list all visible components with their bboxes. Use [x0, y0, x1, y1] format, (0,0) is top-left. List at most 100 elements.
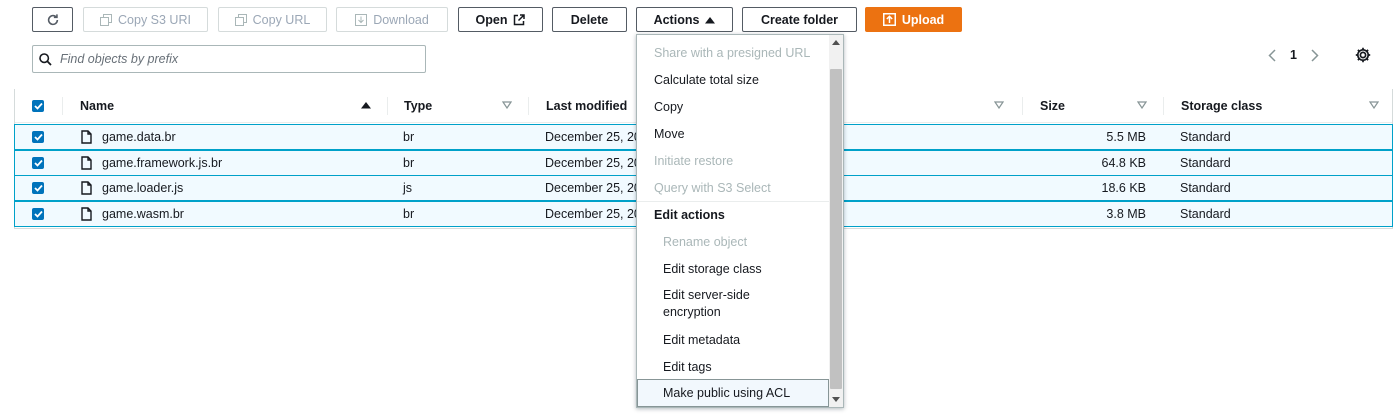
object-last-modified: December 25, 20 — [545, 181, 641, 195]
delete-label: Delete — [570, 12, 609, 27]
sort-caret-icon[interactable] — [1369, 101, 1379, 109]
column-header-last-modified[interactable]: Last modified — [546, 89, 627, 123]
object-storage-class: Standard — [1180, 207, 1231, 221]
file-icon — [81, 176, 92, 200]
copy-icon — [100, 13, 113, 26]
object-name-link[interactable]: game.framework.js.br — [102, 151, 222, 175]
menu-item-edit-server-side-encryption[interactable]: Edit server-side encryption — [637, 282, 830, 326]
menu-group-edit-actions: Edit actions — [637, 201, 830, 228]
copy-s3-uri-label: Copy S3 URI — [118, 12, 191, 27]
previous-page-button[interactable] — [1262, 45, 1282, 65]
chevron-right-icon — [1311, 48, 1319, 62]
sort-caret-icon[interactable] — [502, 101, 512, 109]
file-icon — [81, 202, 92, 226]
menu-item-edit-metadata[interactable]: Edit metadata — [637, 326, 830, 353]
upload-icon — [882, 13, 896, 26]
object-size: 18.6 KB — [1101, 181, 1146, 195]
object-type: br — [403, 207, 415, 221]
menu-item-rename-object[interactable]: Rename object — [637, 228, 830, 255]
external-link-icon — [514, 13, 526, 25]
object-name-link[interactable]: game.data.br — [102, 125, 176, 149]
create-folder-button[interactable]: Create folder — [742, 7, 857, 32]
download-icon — [355, 13, 368, 26]
row-checkbox[interactable] — [32, 125, 44, 149]
scroll-up-arrow-icon[interactable] — [832, 40, 840, 45]
download-label: Download — [373, 12, 429, 27]
checkbox-checked-icon — [32, 100, 44, 112]
menu-item-make-public-using-acl[interactable]: Make public using ACL — [637, 379, 829, 407]
menu-item-share-with-a-presigned-url[interactable]: Share with a presigned URL — [637, 39, 830, 66]
row-checkbox[interactable] — [32, 176, 44, 200]
menu-item-move[interactable]: Move — [637, 120, 830, 147]
column-header-type[interactable]: Type — [404, 89, 432, 123]
sort-caret-icon[interactable] — [1137, 101, 1147, 109]
menu-item-edit-tags[interactable]: Edit tags — [637, 353, 830, 380]
create-folder-label: Create folder — [760, 12, 839, 27]
menu-item-calculate-total-size[interactable]: Calculate total size — [637, 66, 830, 93]
delete-button[interactable]: Delete — [552, 7, 627, 32]
column-header-size[interactable]: Size — [1040, 89, 1065, 123]
column-divider — [1022, 97, 1023, 115]
menu-item-edit-storage-class[interactable]: Edit storage class — [637, 255, 830, 282]
refresh-icon — [47, 13, 58, 25]
select-all-checkbox[interactable] — [32, 89, 44, 123]
scroll-down-arrow-icon[interactable] — [832, 397, 840, 402]
open-label: Open — [475, 12, 508, 27]
copy-icon — [234, 13, 247, 26]
object-last-modified: December 25, 20 — [545, 207, 641, 221]
checkbox-checked-icon — [32, 182, 44, 194]
actions-dropdown-button[interactable]: Actions — [636, 7, 733, 32]
menu-scrollbar[interactable] — [829, 35, 843, 407]
object-name-link[interactable]: game.loader.js — [102, 176, 183, 200]
search-box[interactable] — [32, 45, 426, 73]
open-button[interactable]: Open — [458, 7, 543, 32]
file-icon — [81, 151, 92, 175]
copy-url-label: Copy URL — [252, 12, 311, 27]
gear-icon[interactable] — [1354, 46, 1372, 64]
object-type: br — [403, 156, 415, 170]
checkbox-checked-icon — [32, 208, 44, 220]
menu-item-initiate-restore[interactable]: Initiate restore — [637, 147, 830, 174]
menu-item-label-line1: Edit server-side — [663, 288, 750, 302]
object-storage-class: Standard — [1180, 181, 1231, 195]
refresh-button[interactable] — [32, 7, 73, 32]
file-icon — [81, 125, 92, 149]
column-header-storage-class[interactable]: Storage class — [1181, 89, 1262, 123]
chevron-left-icon — [1268, 48, 1276, 62]
sort-ascending-icon[interactable] — [361, 101, 371, 109]
object-name-link[interactable]: game.wasm.br — [102, 202, 184, 226]
upload-button[interactable]: Upload — [865, 7, 962, 32]
column-divider — [387, 97, 388, 115]
object-size: 64.8 KB — [1101, 156, 1146, 170]
caret-up-icon — [705, 16, 716, 23]
object-type: js — [403, 181, 413, 195]
actions-label: Actions — [653, 12, 700, 27]
upload-label: Upload — [901, 12, 945, 27]
scrollbar-thumb[interactable] — [830, 69, 842, 389]
object-last-modified: December 25, 20 — [545, 156, 641, 170]
object-size: 5.5 MB — [1106, 130, 1146, 144]
current-page-number[interactable]: 1 — [1290, 48, 1297, 62]
menu-item-copy[interactable]: Copy — [637, 93, 830, 120]
pagination: 1 — [1262, 45, 1325, 65]
column-divider — [62, 97, 63, 115]
object-type: br — [403, 130, 415, 144]
search-input[interactable] — [60, 52, 400, 66]
checkbox-checked-icon — [32, 131, 44, 143]
menu-item-label-line2: encryption — [663, 305, 721, 319]
download-button[interactable]: Download — [336, 7, 448, 32]
row-checkbox[interactable] — [32, 151, 44, 175]
actions-dropdown-menu: Share with a presigned URL Calculate tota… — [636, 34, 844, 408]
row-checkbox[interactable] — [32, 202, 44, 226]
search-icon — [39, 52, 52, 66]
column-divider — [1163, 97, 1164, 115]
column-header-name[interactable]: Name — [80, 89, 114, 123]
object-storage-class: Standard — [1180, 156, 1231, 170]
copy-url-button[interactable]: Copy URL — [218, 7, 327, 32]
menu-item-query-with-s3-select[interactable]: Query with S3 Select — [637, 174, 830, 201]
copy-s3-uri-button[interactable]: Copy S3 URI — [83, 7, 208, 32]
next-page-button[interactable] — [1305, 45, 1325, 65]
sort-caret-icon[interactable] — [994, 101, 1004, 109]
object-last-modified: December 25, 20 — [545, 130, 641, 144]
checkbox-checked-icon — [32, 157, 44, 169]
